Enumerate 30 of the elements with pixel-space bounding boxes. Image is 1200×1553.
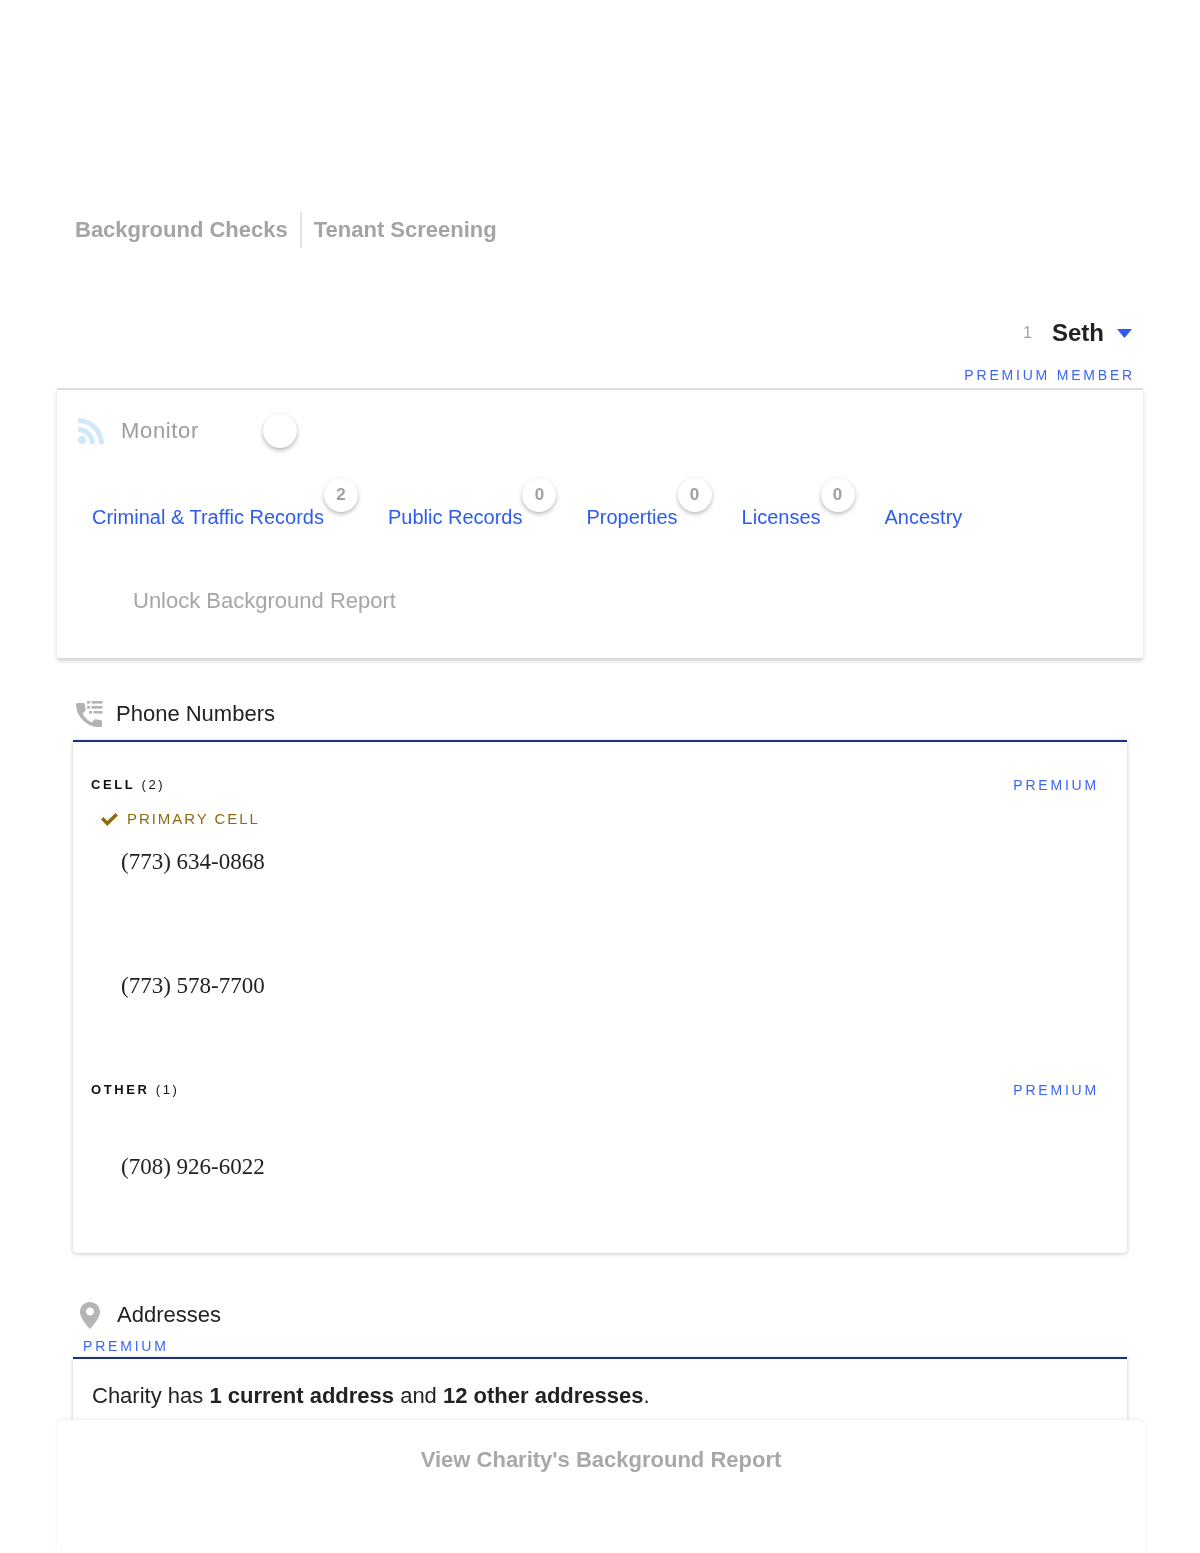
primary-label: PRIMARY CELL (127, 809, 260, 829)
report-tab-link[interactable]: Ancestry (884, 503, 963, 531)
map-pin-icon (80, 1301, 100, 1329)
phone-group-heading: CELL (2) (91, 776, 166, 794)
count-badge: 0 (522, 478, 557, 512)
phone-number: (773) 578-7700 (121, 972, 265, 1000)
report-tab-link[interactable]: Criminal & Traffic Records (92, 503, 324, 531)
count-badge: 2 (323, 478, 358, 512)
address-summary: Charity has 1 current address and 12 other addresses. (92, 1382, 650, 1410)
report-tab-link[interactable]: Properties (586, 503, 678, 531)
rss-feed-icon (78, 418, 104, 444)
caret-icon (1117, 328, 1132, 338)
user-menu-button[interactable]: Seth (1052, 317, 1132, 349)
count-badge: 0 (677, 478, 712, 512)
premium-label: PREMIUM (1013, 776, 1099, 795)
section-title: Addresses (117, 1301, 221, 1329)
monitor-toggle[interactable] (263, 414, 297, 448)
count-badge: 0 (820, 478, 855, 512)
phone-group-heading: OTHER (1) (91, 1081, 180, 1099)
monitor-label: Monitor (121, 417, 199, 445)
report-tab-link[interactable]: Public Records (387, 503, 523, 531)
phone-list-icon (76, 700, 103, 728)
membership-label: PREMIUM MEMBER (964, 366, 1135, 384)
premium-label: PREMIUM (1013, 1081, 1099, 1100)
phone-number: (773) 634-0868 (121, 848, 265, 876)
phone-number: (708) 926-6022 (121, 1153, 265, 1181)
report-tab-link[interactable]: Licenses (741, 503, 821, 531)
premium-label: PREMIUM (83, 1338, 169, 1354)
section-title: Phone Numbers (116, 700, 275, 728)
count-label: 1 (1023, 323, 1032, 343)
